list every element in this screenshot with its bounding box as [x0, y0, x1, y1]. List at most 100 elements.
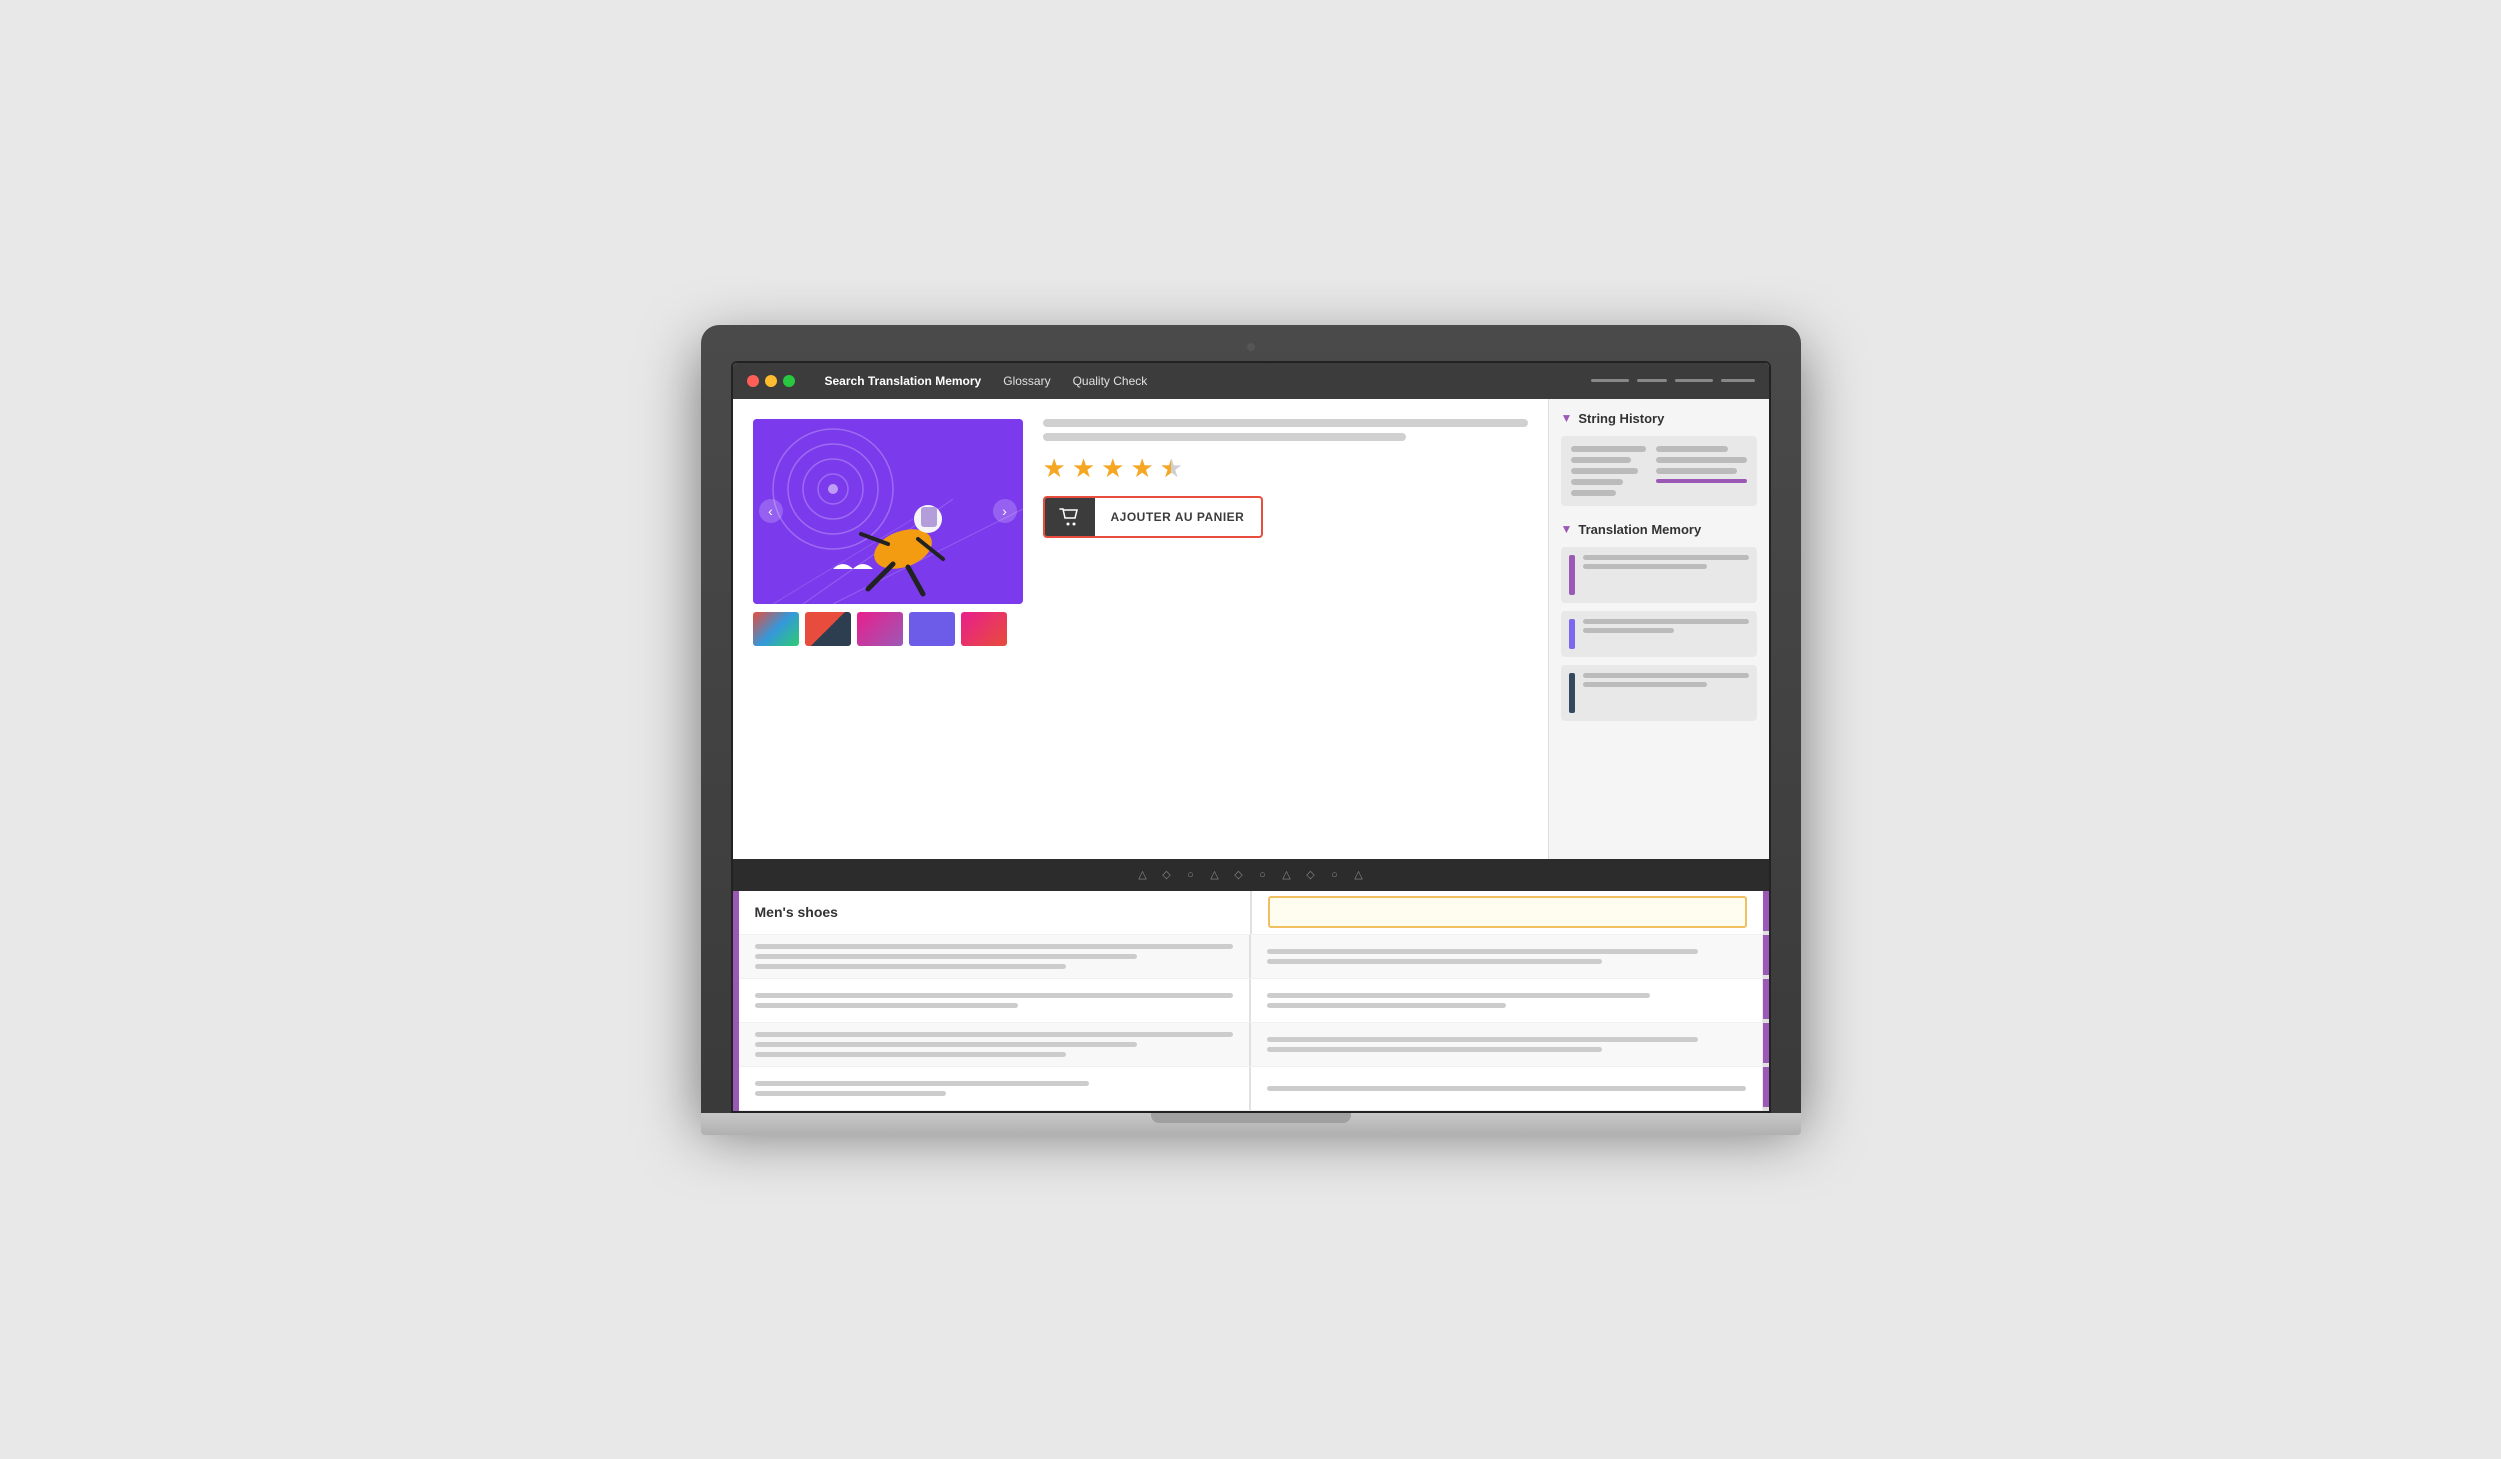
cell-lines-3: [755, 1032, 1234, 1057]
sh-highlight: [1656, 479, 1747, 483]
tm-line-1: [1583, 555, 1749, 560]
cell-line-2a: [755, 993, 1234, 998]
cell-lines-t4: [1267, 1086, 1746, 1091]
tm-item-3[interactable]: [1561, 665, 1757, 721]
traffic-lights: [747, 375, 795, 387]
add-to-cart-button[interactable]: AJOUTER AU PANIER: [1043, 496, 1263, 538]
laptop-screen: Search Translation Memory Glossary Quali…: [731, 361, 1771, 1113]
prev-image-button[interactable]: ‹: [759, 499, 783, 523]
table-panel: Men's shoes: [733, 891, 1769, 1111]
cell-lines-t3: [1267, 1037, 1746, 1052]
sh-right-3: [1656, 468, 1737, 474]
detail-line-2: [1043, 433, 1407, 441]
right-accent: [1763, 891, 1769, 1111]
menu-bar: Search Translation Memory Glossary Quali…: [825, 374, 1148, 388]
product-details: ★ ★ ★ ★ ★★: [1043, 419, 1528, 646]
tm-item-2[interactable]: [1561, 611, 1757, 657]
thumbnail-1[interactable]: [753, 612, 799, 646]
next-image-button[interactable]: ›: [993, 499, 1017, 523]
toolbar-icon-10[interactable]: △: [1352, 868, 1366, 882]
sh-right-1: [1656, 446, 1728, 452]
translation-input[interactable]: [1268, 896, 1747, 928]
tm-bar-1: [1569, 555, 1575, 595]
cell-line-t4a: [1267, 1086, 1746, 1091]
thumbnail-2[interactable]: [805, 612, 851, 646]
title-bar: Search Translation Memory Glossary Quali…: [733, 363, 1769, 399]
right-sidebar: ▼ String History: [1549, 399, 1769, 859]
bottom-toolbar: △ ◇ ○ △ ◇ ○ △ ◇ ○ △: [733, 859, 1769, 891]
string-history-content: [1561, 436, 1757, 506]
translation-cell-3: [1251, 1023, 1763, 1066]
toolbar-line-2: [1637, 379, 1667, 382]
sh-line-3: [1571, 468, 1639, 474]
thumbnail-3[interactable]: [857, 612, 903, 646]
toolbar-icon-5[interactable]: ◇: [1232, 868, 1246, 882]
table-content: Men's shoes: [739, 891, 1763, 1111]
source-cell-2: [739, 979, 1252, 1022]
toolbar-icon-2[interactable]: ◇: [1160, 868, 1174, 882]
translation-memory-header: ▼ Translation Memory: [1561, 522, 1757, 537]
tm-lines-3: [1583, 673, 1749, 687]
tm-item-1[interactable]: [1561, 547, 1757, 603]
star-5: ★★: [1160, 453, 1183, 484]
laptop-container: Search Translation Memory Glossary Quali…: [701, 325, 1801, 1135]
cell-line-1b: [755, 954, 1138, 959]
cell-line-2b: [755, 1003, 1018, 1008]
translation-cell-2: [1251, 979, 1763, 1022]
tm-line-4: [1583, 628, 1674, 633]
toolbar-icon-4[interactable]: △: [1208, 868, 1222, 882]
tm-line-3: [1583, 619, 1749, 624]
star-1: ★: [1043, 453, 1066, 484]
sh-right-2: [1656, 457, 1747, 463]
product-image-section: ‹ ›: [753, 419, 1023, 646]
sh-line-2: [1571, 457, 1631, 463]
menu-glossary[interactable]: Glossary: [1003, 374, 1050, 388]
product-area: ‹ ›: [753, 419, 1528, 646]
tm-chevron-icon: ▼: [1561, 522, 1573, 536]
product-illustration: [753, 419, 1023, 604]
menu-quality-check[interactable]: Quality Check: [1073, 374, 1148, 388]
maximize-button[interactable]: [783, 375, 795, 387]
toolbar-icon-6[interactable]: ○: [1256, 868, 1270, 882]
tm-lines-1: [1583, 555, 1749, 569]
tm-bar-2: [1569, 619, 1575, 649]
cell-line-4a: [755, 1081, 1090, 1086]
translation-header-cell[interactable]: [1252, 891, 1763, 934]
toolbar-icon-1[interactable]: △: [1136, 868, 1150, 882]
star-2: ★: [1072, 453, 1095, 484]
toolbar-line-4: [1721, 379, 1755, 382]
cell-line-t1b: [1267, 959, 1602, 964]
translation-cell-4: [1251, 1067, 1763, 1110]
detail-line-1: [1043, 419, 1528, 427]
cart-label: AJOUTER AU PANIER: [1095, 500, 1261, 534]
tm-items: [1561, 547, 1757, 721]
close-button[interactable]: [747, 375, 759, 387]
tm-line-6: [1583, 682, 1708, 687]
minimize-button[interactable]: [765, 375, 777, 387]
menu-search-translation[interactable]: Search Translation Memory: [825, 374, 982, 388]
star-rating: ★ ★ ★ ★ ★★: [1043, 453, 1528, 484]
tm-lines-2: [1583, 619, 1749, 633]
thumbnail-5[interactable]: [961, 612, 1007, 646]
sh-line-1: [1571, 446, 1646, 452]
screen-content: ‹ ›: [733, 399, 1769, 859]
toolbar-icon-3[interactable]: ○: [1184, 868, 1198, 882]
toolbar-icon-7[interactable]: △: [1280, 868, 1294, 882]
cell-line-1a: [755, 944, 1234, 949]
cell-line-4b: [755, 1091, 946, 1096]
cell-lines-t1: [1267, 949, 1746, 964]
cell-lines-2: [755, 993, 1234, 1008]
cell-line-3c: [755, 1052, 1066, 1057]
star-4: ★: [1130, 453, 1153, 484]
table-row-2: [739, 979, 1763, 1023]
source-header-text: Men's shoes: [755, 904, 838, 920]
thumbnail-4[interactable]: [909, 612, 955, 646]
cell-line-t2a: [1267, 993, 1650, 998]
cell-line-t1a: [1267, 949, 1698, 954]
source-cell-4: [739, 1067, 1252, 1110]
sh-line-5: [1571, 490, 1616, 496]
cart-icon: [1059, 508, 1081, 526]
toolbar-icon-9[interactable]: ○: [1328, 868, 1342, 882]
toolbar-icon-8[interactable]: ◇: [1304, 868, 1318, 882]
star-3: ★: [1101, 453, 1124, 484]
